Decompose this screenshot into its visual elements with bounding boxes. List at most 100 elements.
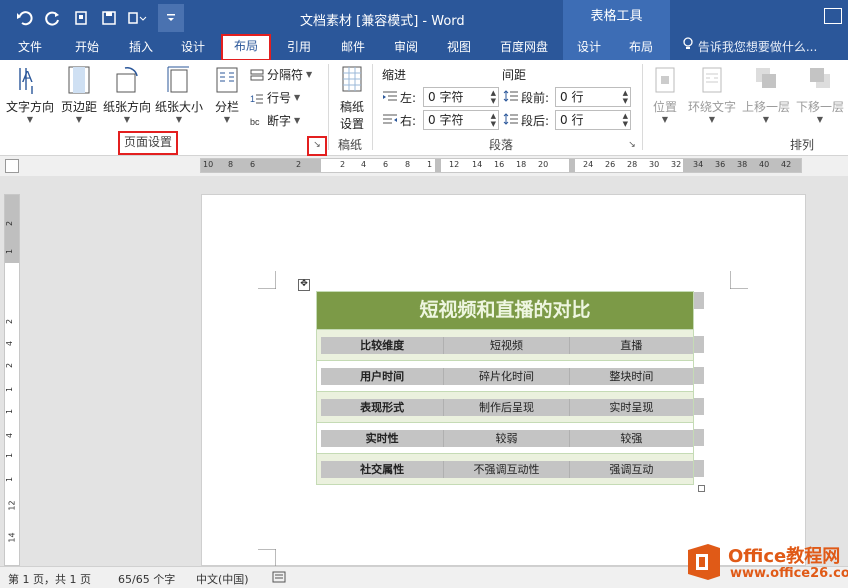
ribbon-display-options-icon[interactable]: [824, 8, 842, 24]
tab-file[interactable]: 文件: [8, 34, 52, 60]
table-cell[interactable]: 表现形式: [321, 398, 445, 416]
send-backward-button[interactable]: 下移一层 ▼: [794, 64, 846, 124]
redo-icon[interactable]: [42, 6, 64, 30]
table-cell[interactable]: 实时呈现: [569, 398, 693, 416]
touch-mode-icon[interactable]: [126, 6, 148, 30]
table-cell[interactable]: 实时性: [321, 429, 445, 447]
comparison-table[interactable]: 短视频和直播的对比 比较维度 短视频 直播 用户时间 碎片化时间 整块时间 表现…: [316, 291, 694, 485]
paper-size-button[interactable]: 纸张大小 ▼: [152, 64, 206, 124]
ruler-tick: 8: [228, 160, 234, 169]
ruler-tick: 28: [627, 160, 638, 169]
vertical-ruler[interactable]: 2 1 2 4 2 1 1 4 1 1 12 14: [4, 194, 20, 566]
table-row: 实时性 较弱 较强: [317, 422, 693, 453]
margins-icon: [68, 66, 90, 94]
table-resize-handle[interactable]: [698, 485, 705, 492]
table-tools-label: 表格工具: [563, 0, 670, 34]
tab-selector[interactable]: [5, 159, 19, 173]
table-cell[interactable]: 社交属性: [321, 460, 445, 478]
tab-layout[interactable]: 布局: [221, 34, 271, 61]
chevron-down-icon: ▼: [762, 115, 770, 124]
tab-mailings[interactable]: 邮件: [330, 34, 376, 60]
ruler-tick: 14: [472, 160, 483, 169]
spinner-arrows-icon[interactable]: ▲ ▼: [623, 112, 628, 128]
table-cell[interactable]: 直播: [569, 336, 693, 354]
ruler-tick: 24: [583, 160, 594, 169]
chevron-down-icon: ▼: [75, 115, 83, 124]
line-numbers-button[interactable]: 1 行号 ▼: [250, 89, 300, 106]
ruler-tick: 6: [383, 160, 389, 169]
margin-corner-mark: [258, 549, 276, 567]
table-cell[interactable]: 用户时间: [321, 367, 445, 385]
customize-qat-button[interactable]: [158, 4, 184, 32]
table-cell[interactable]: 较强: [569, 429, 693, 447]
tab-view[interactable]: 视图: [436, 34, 482, 60]
undo-icon[interactable]: [14, 6, 36, 30]
ruler-tick: 26: [605, 160, 616, 169]
ruler-tick: 2: [5, 362, 15, 369]
indent-right-icon: [382, 113, 398, 128]
word-count[interactable]: 65/65 个字: [118, 571, 175, 587]
ruler-tick: 42: [781, 160, 792, 169]
position-icon: [655, 67, 675, 93]
page-setup-dialog-launcher[interactable]: ↘: [307, 136, 327, 156]
page-count[interactable]: 第 1 页，共 1 页: [8, 571, 91, 587]
ruler-tick: 4: [5, 432, 15, 439]
columns-button[interactable]: 分栏 ▼: [208, 64, 246, 124]
language-indicator[interactable]: 中文(中国): [196, 571, 249, 587]
table-cell[interactable]: 比较维度: [321, 336, 445, 354]
new-document-icon[interactable]: [70, 6, 92, 30]
chevron-down-icon: ▼: [294, 93, 301, 102]
table-cell[interactable]: 整块时间: [569, 367, 693, 385]
paragraph-dialog-launcher[interactable]: ↘: [626, 140, 638, 152]
save-icon[interactable]: [98, 6, 120, 30]
horizontal-ruler[interactable]: 10 8 6 2 2 4 6 8 1 12 14 16 18 20 24 26 …: [200, 158, 802, 173]
tab-review[interactable]: 审阅: [383, 34, 429, 60]
ruler-tick: 30: [649, 160, 660, 169]
table-cell[interactable]: 不强调互动性: [444, 460, 570, 478]
hyphenation-button[interactable]: bc 断字 ▼: [250, 112, 300, 129]
line-numbers-icon: 1: [250, 92, 264, 104]
spacing-before-input[interactable]: 0 行 ▲ ▼: [555, 87, 631, 107]
tell-me-search[interactable]: 告诉我您想要做什么...: [682, 34, 817, 60]
breaks-button[interactable]: 分隔符 ▼: [250, 66, 312, 83]
tab-baidu-netdisk[interactable]: 百度网盘: [492, 34, 556, 60]
table-cell[interactable]: 较弱: [444, 429, 570, 447]
text-direction-button[interactable]: A 文字方向 ▼: [4, 64, 56, 124]
spinner-arrows-icon[interactable]: ▲ ▼: [491, 112, 496, 128]
tab-table-design[interactable]: 设计: [566, 34, 612, 60]
tab-design[interactable]: 设计: [170, 34, 216, 60]
table-cell[interactable]: 短视频: [444, 336, 570, 354]
table-cell[interactable]: 碎片化时间: [444, 367, 570, 385]
manuscript-settings-button[interactable]: 稿纸 设置: [334, 64, 370, 132]
ruler-tick: 16: [494, 160, 505, 169]
tab-insert[interactable]: 插入: [118, 34, 164, 60]
tab-home[interactable]: 开始: [64, 34, 110, 60]
table-move-handle[interactable]: ✥: [298, 279, 310, 291]
horizontal-ruler-area: 10 8 6 2 2 4 6 8 1 12 14 16 18 20 24 26 …: [0, 156, 848, 176]
spinner-arrows-icon[interactable]: ▲ ▼: [491, 89, 496, 105]
wrap-text-button[interactable]: 环绕文字 ▼: [686, 64, 738, 124]
paragraph-group-label: 段落: [489, 138, 514, 152]
orientation-icon: [116, 67, 138, 93]
bring-forward-button[interactable]: 上移一层 ▼: [740, 64, 792, 124]
tab-references[interactable]: 引用: [276, 34, 322, 60]
table-cell[interactable]: 制作后呈现: [444, 398, 570, 416]
document-page[interactable]: ✥ 短视频和直播的对比 比较维度 短视频 直播 用户时间 碎片化时间 整块时间 …: [201, 194, 806, 567]
indent-left-label: 左:: [382, 89, 416, 106]
margin-corner-mark: [730, 271, 748, 289]
spacing-after-input[interactable]: 0 行 ▲ ▼: [555, 110, 631, 130]
ruler-tick: 14: [7, 532, 17, 543]
table-row: 社交属性 不强调互动性 强调互动: [317, 453, 693, 484]
chevron-down-icon: ▼: [175, 115, 183, 124]
margins-button[interactable]: 页边距 ▼: [58, 64, 100, 124]
position-button[interactable]: 位置 ▼: [648, 64, 682, 124]
ruler-tick: 20: [538, 160, 549, 169]
macro-record-icon[interactable]: [272, 570, 286, 587]
indent-right-input[interactable]: 0 字符 ▲ ▼: [423, 110, 499, 130]
tab-table-layout[interactable]: 布局: [618, 34, 664, 60]
indent-left-input[interactable]: 0 字符 ▲ ▼: [423, 87, 499, 107]
orientation-button[interactable]: 纸张方向 ▼: [100, 64, 154, 124]
spinner-arrows-icon[interactable]: ▲ ▼: [623, 89, 628, 105]
chevron-down-icon: ▼: [708, 115, 716, 124]
table-cell[interactable]: 强调互动: [569, 460, 693, 478]
